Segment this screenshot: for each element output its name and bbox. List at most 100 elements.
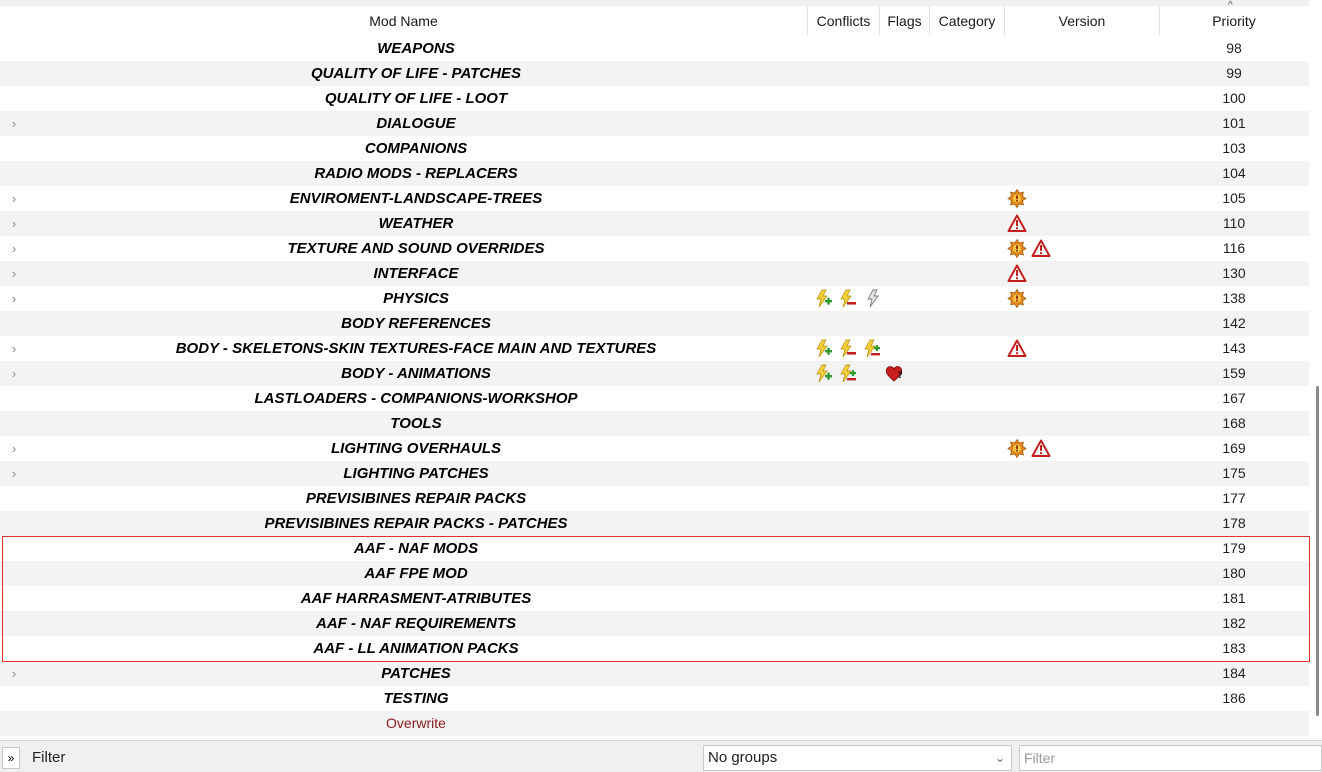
table-row[interactable]: PREVISIBINES REPAIR PACKS - PATCHES 178 [0, 511, 1309, 536]
filter-input[interactable] [1019, 745, 1322, 771]
column-header-mod-name[interactable]: Mod Name [0, 6, 808, 36]
table-row[interactable]: WEAPONS 98 [0, 36, 1309, 61]
mod-name-cell: DIALOGUE [376, 115, 456, 132]
column-header-version[interactable]: Version [1005, 6, 1160, 36]
mod-name-cell: BODY REFERENCES [341, 315, 491, 332]
table-row[interactable]: › WEATHER 110 [0, 211, 1309, 236]
table-row[interactable]: RADIO MODS - REPLACERS 104 [0, 161, 1309, 186]
priority-cell: 100 [1222, 90, 1246, 106]
table-row[interactable]: COMPANIONS 103 [0, 136, 1309, 161]
table-row[interactable]: › BODY - ANIMATIONS? 159 [0, 361, 1309, 386]
column-header-category[interactable]: Category [930, 6, 1005, 36]
priority-cell: 186 [1222, 690, 1246, 706]
expand-chevron-icon[interactable]: › [8, 461, 20, 486]
expand-chevron-icon [8, 136, 20, 161]
mod-name-cell: RADIO MODS - REPLACERS [314, 165, 518, 182]
mod-name-cell: AAF - NAF MODS [353, 540, 479, 557]
table-row[interactable]: PREVISIBINES REPAIR PACKS 177 [0, 486, 1309, 511]
priority-cell: 159 [1222, 365, 1246, 381]
priority-cell: 142 [1222, 315, 1246, 331]
expand-chevron-icon[interactable]: › [8, 361, 20, 386]
priority-cell: 116 [1222, 240, 1246, 256]
table-row[interactable]: › TEXTURE AND SOUND OVERRIDES 116 [0, 236, 1309, 261]
version-cell [1007, 289, 1027, 308]
conflict-overwritten-icon [838, 289, 858, 308]
mod-name-cell: INTERFACE [373, 265, 459, 282]
priority-cell: 181 [1222, 590, 1246, 606]
table-row[interactable]: AAF - NAF REQUIREMENTS 182 [0, 611, 1309, 636]
mod-name-cell: WEAPONS [377, 40, 455, 57]
scrollbar-thumb[interactable] [1316, 386, 1319, 716]
expand-chevron-icon[interactable]: › [8, 436, 20, 461]
column-header-conflicts[interactable]: Conflicts [808, 6, 880, 36]
version-cell [1007, 189, 1027, 208]
table-row[interactable]: AAF - LL ANIMATION PACKS 183 [0, 636, 1309, 661]
table-row[interactable]: AAF - NAF MODS 179 [0, 536, 1309, 561]
expand-toolbar-button[interactable]: » [2, 747, 20, 769]
mod-name-cell: AAF - NAF REQUIREMENTS [316, 615, 516, 632]
table-row[interactable]: BODY REFERENCES 142 [0, 311, 1309, 336]
table-row[interactable]: › DIALOGUE 101 [0, 111, 1309, 136]
gear-warning-icon [1007, 239, 1027, 258]
column-header-priority[interactable]: Priority [1160, 6, 1308, 36]
expand-chevron-icon[interactable]: › [8, 211, 20, 236]
mod-name-cell: ENVIROMENT-LANDSCAPE-TREES [289, 190, 543, 207]
gear-warning-icon [1007, 189, 1027, 208]
expand-chevron-icon[interactable]: › [8, 336, 20, 361]
priority-cell: 180 [1222, 565, 1246, 581]
priority-cell: 182 [1222, 615, 1246, 631]
flags-cell: ? [884, 364, 904, 383]
alert-triangle-icon [1007, 339, 1027, 358]
column-header-bar: Mod Name Conflicts Flags Category Versio… [0, 0, 1310, 36]
conflict-overwrite-icon [814, 364, 834, 383]
expand-chevron-icon[interactable]: › [8, 261, 20, 286]
priority-cell: 183 [1222, 640, 1246, 656]
priority-cell: 169 [1222, 440, 1246, 456]
table-row[interactable]: Overwrite [0, 711, 1309, 736]
priority-cell: 104 [1222, 165, 1246, 181]
table-row[interactable]: › BODY - SKELETONS-SKIN TEXTURES-FACE MAI… [0, 336, 1309, 361]
expand-chevron-icon[interactable]: › [8, 661, 20, 686]
expand-chevron-icon [8, 486, 20, 511]
expand-chevron-icon [8, 86, 20, 111]
table-row[interactable]: › PHYSICS 138 [0, 286, 1309, 311]
priority-cell: 184 [1222, 665, 1246, 681]
expand-chevron-icon[interactable]: › [8, 286, 20, 311]
table-row[interactable]: AAF FPE MOD 180 [0, 561, 1309, 586]
priority-cell: 168 [1222, 415, 1246, 431]
priority-cell: 138 [1222, 290, 1246, 306]
expand-chevron-icon [8, 61, 20, 86]
table-row[interactable]: › LIGHTING OVERHAULS 169 [0, 436, 1309, 461]
column-header-flags[interactable]: Flags [880, 6, 930, 36]
svg-text:?: ? [898, 371, 903, 381]
conflict-redundant-icon [862, 289, 882, 308]
table-row[interactable]: QUALITY OF LIFE - LOOT 100 [0, 86, 1309, 111]
sort-ascending-icon: ^ [1228, 0, 1233, 11]
expand-chevron-icon[interactable]: › [8, 186, 20, 211]
priority-cell: 101 [1222, 115, 1246, 131]
mod-name-cell: BODY - ANIMATIONS [341, 365, 491, 382]
expand-chevron-icon[interactable]: › [8, 111, 20, 136]
conflicts-cell [814, 289, 882, 308]
groups-dropdown[interactable]: No groups ⌄ [703, 745, 1012, 771]
alert-triangle-icon [1031, 439, 1051, 458]
table-row[interactable]: › PATCHES 184 [0, 661, 1309, 686]
expand-chevron-icon [8, 611, 20, 636]
expand-chevron-icon [8, 36, 20, 61]
mod-name-cell: TOOLS [390, 415, 442, 432]
priority-cell: 130 [1222, 265, 1246, 281]
table-row[interactable]: AAF HARRASMENT-ATRIBUTES 181 [0, 586, 1309, 611]
expand-chevron-icon [8, 311, 20, 336]
table-row[interactable]: › INTERFACE 130 [0, 261, 1309, 286]
alert-triangle-icon [1031, 239, 1051, 258]
table-row[interactable]: LASTLOADERS - COMPANIONS-WORKSHOP 167 [0, 386, 1309, 411]
table-row[interactable]: QUALITY OF LIFE - PATCHES 99 [0, 61, 1309, 86]
table-row[interactable]: › LIGHTING PATCHES 175 [0, 461, 1309, 486]
expand-chevron-icon [8, 411, 20, 436]
table-row[interactable]: TOOLS 168 [0, 411, 1309, 436]
expand-chevron-icon [8, 711, 20, 736]
table-row[interactable]: › ENVIROMENT-LANDSCAPE-TREES 105 [0, 186, 1309, 211]
expand-chevron-icon[interactable]: › [8, 236, 20, 261]
mod-name-cell: AAF - LL ANIMATION PACKS [313, 640, 519, 657]
table-row[interactable]: TESTING 186 [0, 686, 1309, 711]
